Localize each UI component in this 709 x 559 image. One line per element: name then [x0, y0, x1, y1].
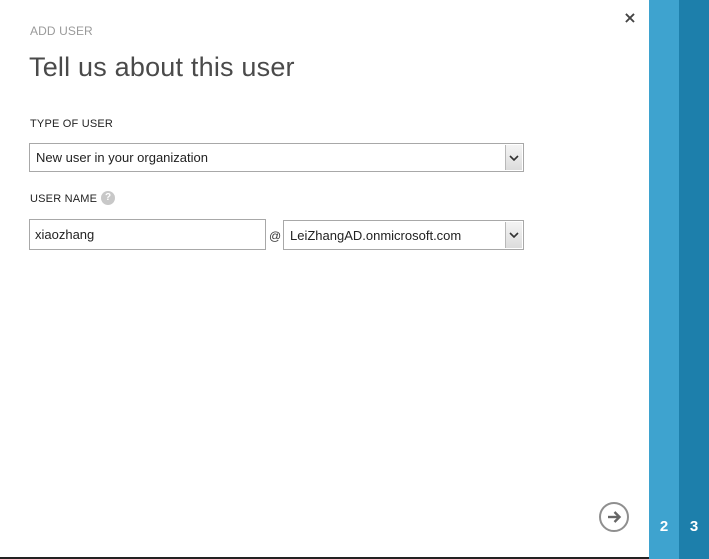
type-of-user-selected-value: New user in your organization	[36, 150, 208, 165]
domain-selected-value: LeiZhangAD.onmicrosoft.com	[290, 228, 462, 243]
step-3-number: 3	[689, 518, 699, 535]
type-of-user-label: TYPE OF USER	[30, 118, 114, 130]
step-3-rail[interactable]: 3	[679, 0, 709, 559]
arrow-right-circle-icon	[608, 511, 622, 523]
question-circle-icon[interactable]: ?	[101, 191, 115, 205]
type-of-user-select[interactable]: New user in your organization	[29, 143, 524, 172]
close-icon[interactable]: ×	[623, 10, 637, 26]
user-name-field[interactable]	[29, 219, 266, 250]
user-name-input[interactable]	[30, 220, 265, 249]
chevron-down-icon[interactable]	[505, 145, 522, 170]
add-user-dialog: × ADD USER Tell us about this user TYPE …	[0, 0, 649, 559]
dialog-kicker: ADD USER	[30, 24, 93, 38]
step-2-number: 2	[659, 518, 669, 535]
step-2-rail[interactable]: 2	[649, 0, 679, 559]
next-button[interactable]	[599, 502, 629, 532]
chevron-down-icon[interactable]	[505, 222, 522, 248]
at-sign: @	[269, 229, 282, 243]
page-title: Tell us about this user	[29, 52, 295, 82]
domain-select[interactable]: LeiZhangAD.onmicrosoft.com	[283, 220, 524, 250]
user-name-label: USER NAME	[30, 193, 98, 205]
